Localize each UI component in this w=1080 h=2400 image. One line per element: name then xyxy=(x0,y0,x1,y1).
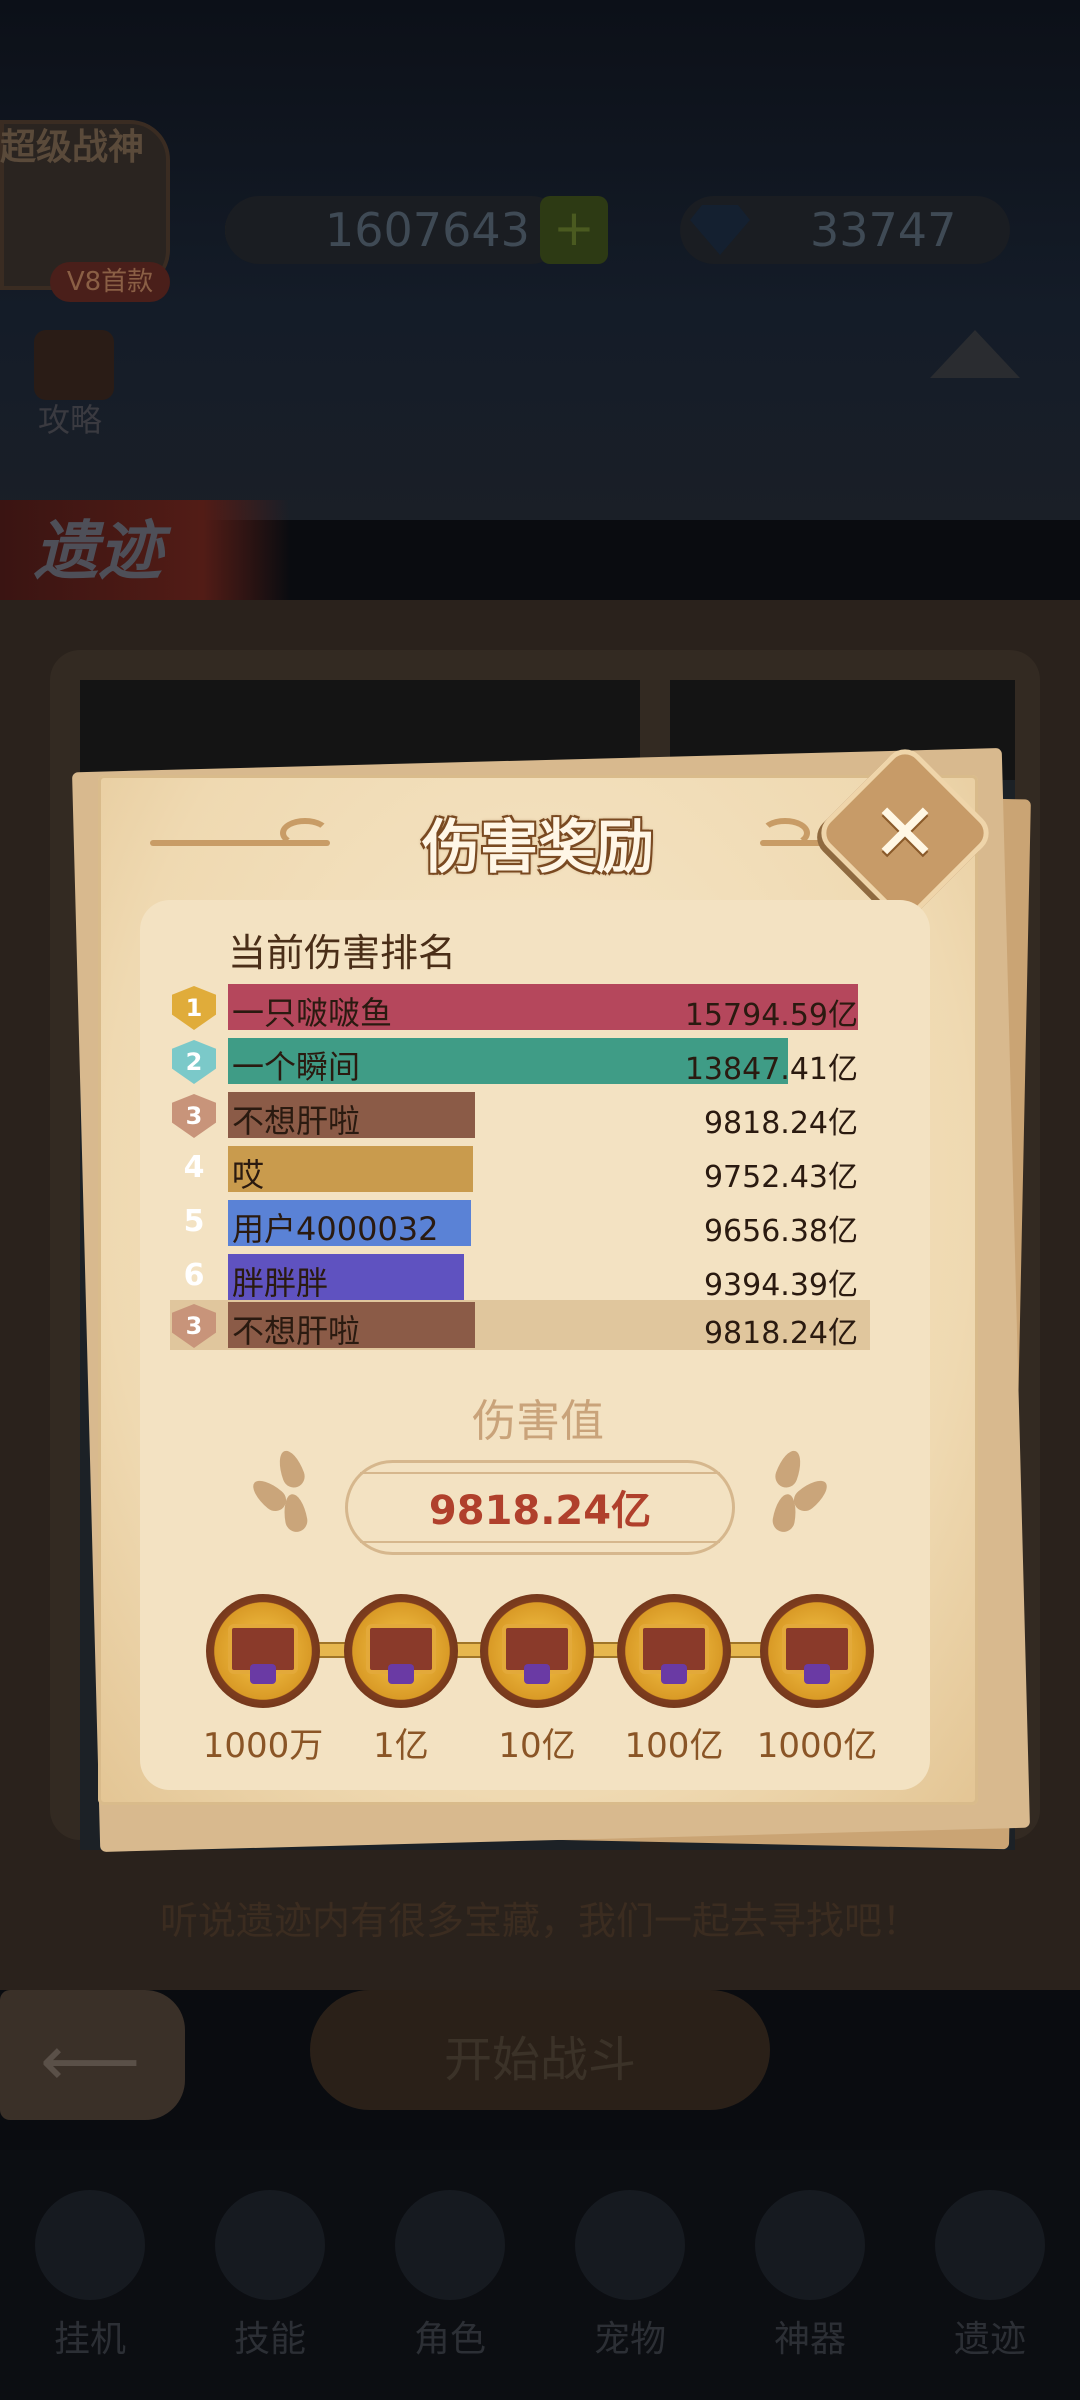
nav-item-ruins[interactable]: 遗迹 xyxy=(915,2190,1065,2362)
rank-row: 2 一个瞬间 13847.41亿 xyxy=(172,1038,872,1087)
rank-player-name: 不想肝啦 xyxy=(232,1102,361,1140)
rank-medal-icon: 3 xyxy=(172,1304,216,1348)
nav-label: 技能 xyxy=(233,2319,306,2360)
rank-damage-value: 9394.39亿 xyxy=(703,1268,858,1303)
rank-damage-value: 13847.41亿 xyxy=(684,1052,858,1087)
rank-player-name: 用户4000032 xyxy=(232,1210,439,1248)
chest-threshold-label: 100亿 xyxy=(624,1726,724,1766)
rank-number: 4 xyxy=(183,1150,205,1185)
scene-title: 遗迹 xyxy=(34,515,162,589)
rank-medal-icon: 2 xyxy=(172,1040,216,1084)
nav-label: 遗迹 xyxy=(953,2319,1026,2360)
rank-badge: 1 xyxy=(172,986,216,1030)
rank-badge: 3 xyxy=(172,1304,216,1348)
vip-badge: V8首款 xyxy=(50,262,170,302)
player-name: 超级战神 xyxy=(0,127,145,168)
nav-label: 宠物 xyxy=(593,2319,666,2360)
rank-badge: 4 xyxy=(172,1148,216,1192)
nav-item-pets[interactable]: 宠物 xyxy=(555,2190,705,2362)
reward-chest-icon[interactable] xyxy=(617,1594,731,1708)
chest-threshold-label: 1000万 xyxy=(202,1726,324,1766)
rank-row: 4 哎 9752.43亿 xyxy=(172,1146,872,1195)
rank-row: 1 一只啵啵鱼 15794.59亿 xyxy=(172,984,872,1033)
rank-medal-icon: 1 xyxy=(172,986,216,1030)
nav-item-artifact[interactable]: 神器 xyxy=(735,2190,885,2362)
rank-player-name: 不想肝啦 xyxy=(232,1312,361,1350)
rank-player-name: 一只啵啵鱼 xyxy=(232,994,393,1032)
reward-chest-icon[interactable] xyxy=(760,1594,874,1708)
rank-damage-value: 9656.38亿 xyxy=(703,1214,858,1249)
back-arrow-icon: ⟵ xyxy=(40,2020,141,2102)
laurel-left-icon xyxy=(247,1447,320,1540)
damage-heading: 伤害值 xyxy=(472,1396,604,1447)
chest-threshold-label: 1亿 xyxy=(373,1726,429,1766)
role-icon xyxy=(395,2190,505,2300)
rank-badge: 2 xyxy=(172,1040,216,1084)
rank-player-name: 胖胖胖 xyxy=(232,1264,329,1302)
skills-icon xyxy=(215,2190,325,2300)
rank-badge: 3 xyxy=(172,1094,216,1138)
rank-row: 6 胖胖胖 9394.39亿 xyxy=(172,1254,872,1303)
ruins-icon xyxy=(935,2190,1045,2300)
nav-item-idle[interactable]: 挂机 xyxy=(15,2190,165,2362)
strategy-label: 攻略 xyxy=(38,401,103,439)
rank-medal-icon: 3 xyxy=(172,1094,216,1138)
hint-text: 听说遗迹内有很多宝藏，我们一起去寻找吧！ xyxy=(159,1899,920,1943)
rank-badge: 5 xyxy=(172,1202,216,1246)
rank-row: 5 用户4000032 9656.38亿 xyxy=(172,1200,872,1249)
nav-item-role[interactable]: 角色 xyxy=(375,2190,525,2362)
idle-icon xyxy=(35,2190,145,2300)
laurel-right-icon xyxy=(760,1447,833,1540)
nav-label: 角色 xyxy=(413,2319,486,2360)
reward-chest-icon[interactable] xyxy=(344,1594,458,1708)
rank-damage-value: 15794.59亿 xyxy=(684,998,858,1033)
nav-label: 神器 xyxy=(773,2319,846,2360)
rank-badge: 6 xyxy=(172,1256,216,1300)
rank-player-name: 一个瞬间 xyxy=(232,1048,361,1086)
damage-value: 9818.24亿 xyxy=(428,1488,652,1534)
chest-lock-icon xyxy=(804,1664,830,1684)
chest-lock-icon xyxy=(661,1664,687,1684)
nav-item-skills[interactable]: 技能 xyxy=(195,2190,345,2362)
rank-number: 6 xyxy=(183,1258,205,1293)
coin-counter: 1607643 xyxy=(225,196,565,264)
nav-label: 挂机 xyxy=(53,2319,126,2360)
chest-lock-icon xyxy=(250,1664,276,1684)
ranking-heading: 当前伤害排名 xyxy=(228,931,457,975)
chest-threshold-label: 10亿 xyxy=(498,1726,576,1766)
close-icon[interactable]: ✕ xyxy=(840,768,970,898)
add-coins-icon[interactable]: + xyxy=(540,196,608,264)
chest-lock-icon xyxy=(388,1664,414,1684)
rank-bar xyxy=(228,1146,473,1192)
reward-chest-icon[interactable] xyxy=(480,1594,594,1708)
self-rank-row: 3 不想肝啦 9818.24亿 xyxy=(172,1302,872,1351)
pets-icon xyxy=(575,2190,685,2300)
rank-damage-value: 9818.24亿 xyxy=(703,1316,858,1351)
rank-number: 5 xyxy=(183,1204,205,1239)
rank-damage-value: 9818.24亿 xyxy=(703,1106,858,1141)
start-battle-label: 开始战斗 xyxy=(443,2032,636,2088)
rank-player-name: 哎 xyxy=(232,1156,265,1194)
chest-lock-icon xyxy=(524,1664,550,1684)
reward-chest-icon[interactable] xyxy=(206,1594,320,1708)
rank-damage-value: 9752.43亿 xyxy=(703,1160,858,1195)
chest-threshold-label: 1000亿 xyxy=(756,1726,878,1766)
rank-row: 3 不想肝啦 9818.24亿 xyxy=(172,1092,872,1141)
strategy-icon[interactable] xyxy=(34,330,114,400)
artifact-icon xyxy=(755,2190,865,2300)
